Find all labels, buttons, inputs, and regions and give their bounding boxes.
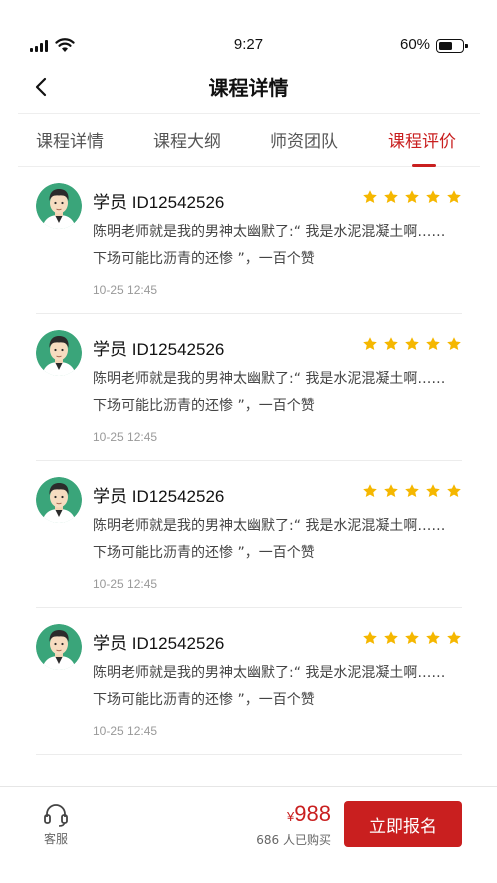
tab-teachers[interactable]: 师资团队 [270,127,338,152]
star-icon [363,337,377,350]
review-item: 学员 ID12542526 陈明老师就是我的男神太幽默了:“ 我是水泥混凝土啊…… [36,461,462,608]
tab-course-reviews[interactable]: 课程评价 [388,127,456,152]
review-time: 10-25 12:45 [93,283,158,297]
page-title: 课程详情 [208,76,289,100]
star-icon [384,631,398,644]
status-bar: 9:27 60% [0,0,497,72]
star-icon [405,337,419,350]
tab-bar: 课程详情 课程大纲 师资团队 课程评价 [18,113,480,167]
star-icon [426,337,440,350]
review-text-line: 陈明老师就是我的男神太幽默了:“ 我是水泥混凝土啊…… [93,665,446,681]
star-icon [363,190,377,203]
star-icon [447,631,461,644]
reviewer-name: 学员 ID12542526 [93,634,225,653]
star-rating [362,630,462,646]
battery-percent: 60% [400,36,431,53]
customer-service-button[interactable]: 客服 [38,803,74,847]
star-icon [447,337,461,350]
avatar [36,624,82,670]
review-text-line: 陈明老师就是我的男神太幽默了:“ 我是水泥混凝土啊…… [93,371,446,387]
star-icon [405,190,419,203]
star-icon [384,190,398,203]
tab-course-outline[interactable]: 课程大纲 [153,127,221,152]
star-icon [384,337,398,350]
nav-bar: 课程详情 [0,64,497,110]
review-item: 学员 ID12542526 陈明老师就是我的男神太幽默了:“ 我是水泥混凝土啊…… [36,608,462,755]
star-icon [447,484,461,497]
bottom-bar: 客服 ¥988 686 人已购买 立即报名 [0,786,497,883]
review-text: 陈明老师就是我的男神太幽默了:“ 我是水泥混凝土啊…… 下场可能比沥青的还惨 ”… [93,660,462,714]
battery-icon [436,39,468,53]
avatar [36,477,82,523]
review-text: 陈明老师就是我的男神太幽默了:“ 我是水泥混凝土啊…… 下场可能比沥青的还惨 ”… [93,219,462,273]
star-icon [426,190,440,203]
star-rating [362,189,462,205]
star-icon [426,631,440,644]
star-rating [362,336,462,352]
review-time: 10-25 12:45 [93,577,158,591]
review-time: 10-25 12:45 [93,430,158,444]
star-icon [405,631,419,644]
review-text-line: 下场可能比沥青的还惨 ”，一百个赞 [93,545,315,561]
star-icon [447,190,461,203]
review-text-line: 下场可能比沥青的还惨 ”，一百个赞 [93,692,315,708]
avatar [36,330,82,376]
star-icon [405,484,419,497]
avatar [36,183,82,229]
price-block: ¥988 686 人已购买 [256,801,331,848]
tab-course-details[interactable]: 课程详情 [36,127,104,152]
reviewer-name: 学员 ID12542526 [93,193,225,212]
star-icon [363,484,377,497]
star-icon [384,484,398,497]
star-icon [426,484,440,497]
review-text-line: 下场可能比沥青的还惨 ”，一百个赞 [93,251,315,267]
star-icon [363,631,377,644]
review-text-line: 陈明老师就是我的男神太幽默了:“ 我是水泥混凝土啊…… [93,224,446,240]
star-rating [362,483,462,499]
review-item: 学员 ID12542526 陈明老师就是我的男神太幽默了:“ 我是水泥混凝土啊…… [36,314,462,461]
reviewer-name: 学员 ID12542526 [93,340,225,359]
enroll-button[interactable]: 立即报名 [344,801,462,847]
review-text-line: 下场可能比沥青的还惨 ”，一百个赞 [93,398,315,414]
headset-icon [44,804,68,827]
review-text: 陈明老师就是我的男神太幽默了:“ 我是水泥混凝土啊…… 下场可能比沥青的还惨 ”… [93,366,462,420]
course-price: 988 [294,801,331,826]
review-item: 学员 ID12542526 陈明老师就是我的男神太幽默了:“ 我是水泥混凝土啊…… [36,167,462,314]
review-text: 陈明老师就是我的男神太幽默了:“ 我是水泥混凝土啊…… 下场可能比沥青的还惨 ”… [93,513,462,567]
customer-service-label: 客服 [43,832,68,846]
review-time: 10-25 12:45 [93,724,158,738]
reviewer-name: 学员 ID12542526 [93,487,225,506]
buyers-count: 686 人已购买 [256,833,331,847]
review-text-line: 陈明老师就是我的男神太幽默了:“ 我是水泥混凝土啊…… [93,518,446,534]
